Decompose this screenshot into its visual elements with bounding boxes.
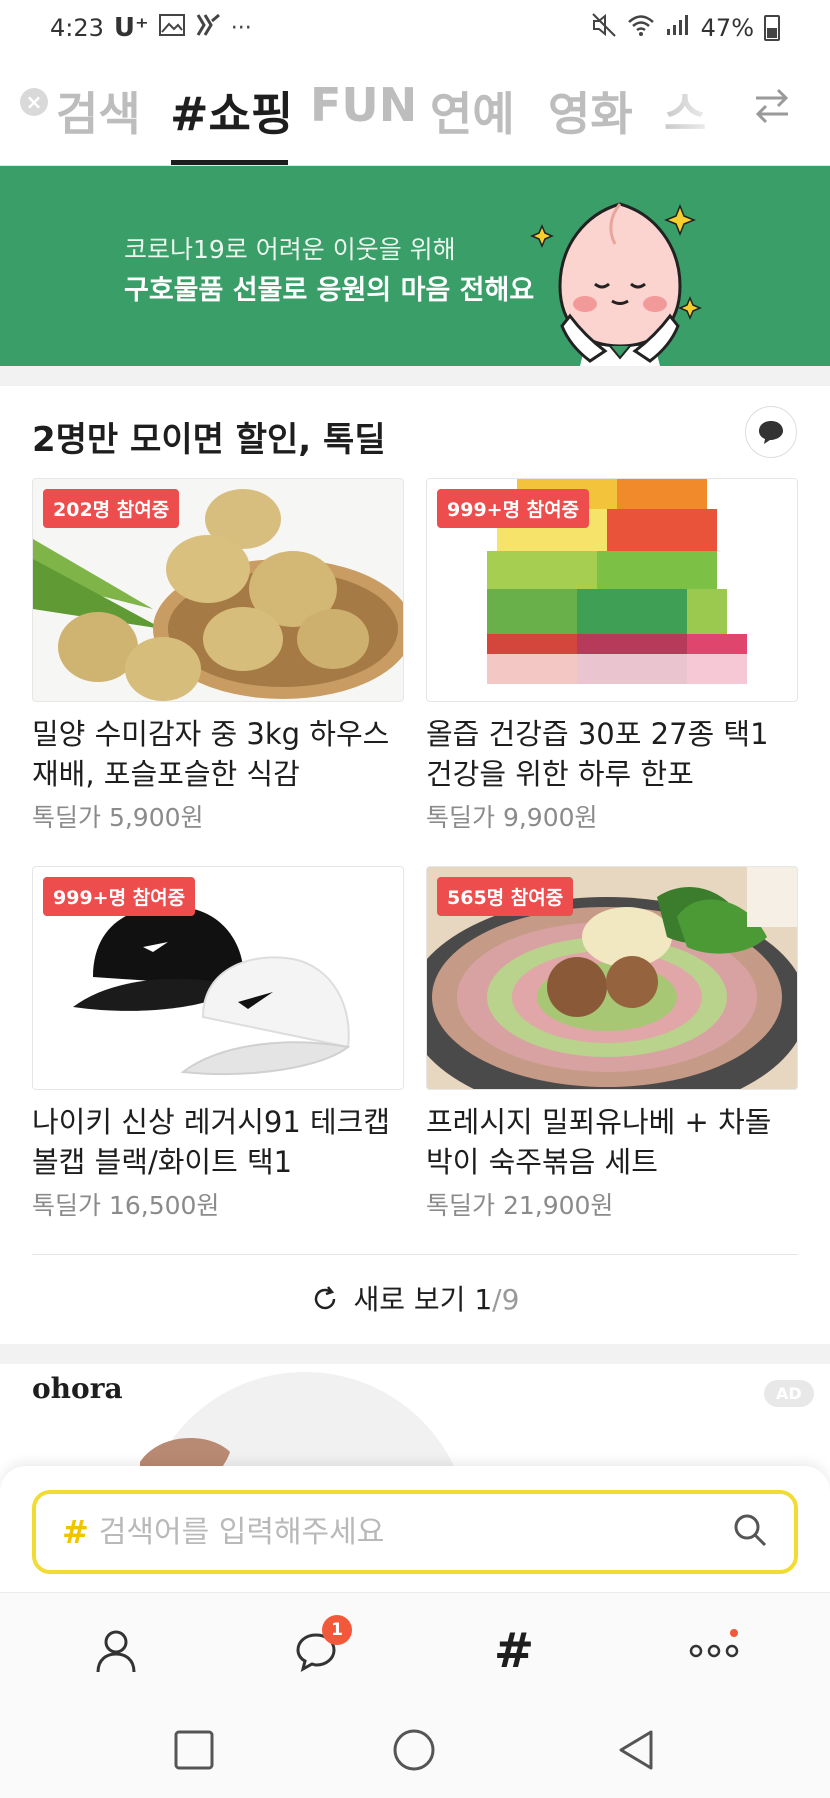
nav-friends[interactable]	[86, 1621, 146, 1681]
section-gap	[0, 1344, 830, 1364]
product-card[interactable]: 202명 참여중 밀양 수미감자 중 3kg 하우스 재배, 포슬포슬한 식감 …	[32, 478, 404, 834]
app-notification-icon	[195, 13, 221, 43]
refresh-button[interactable]: 새로 보기 1/9	[0, 1278, 830, 1318]
participant-badge: 565명 참여중	[437, 877, 574, 916]
product-image-nabe: 565명 참여중	[426, 866, 798, 1090]
search-panel: #	[0, 1466, 830, 1592]
refresh-label: 새로 보기	[353, 1283, 466, 1316]
more-icon	[689, 1644, 739, 1658]
category-tabs: × 검색 #쇼핑 FUN 연예 영화 스	[0, 58, 830, 166]
close-icon[interactable]: ×	[20, 88, 48, 116]
search-input[interactable]	[98, 1514, 732, 1550]
product-price: 톡딜가 21,900원	[426, 1191, 614, 1220]
ad-brand-logo[interactable]: ohora	[32, 1372, 123, 1405]
product-price: 톡딜가 16,500원	[32, 1191, 220, 1220]
nav-more[interactable]	[684, 1621, 744, 1681]
product-image-cap: 999+명 참여중	[32, 866, 404, 1090]
refresh-icon	[311, 1283, 339, 1316]
banner-subtitle: 코로나19로 어려운 이웃을 위해	[124, 235, 456, 264]
product-name: 나이키 신상 레거시91 테크캡 볼캡 블랙/화이트 택1	[32, 1105, 391, 1179]
nav-hashtag[interactable]: #	[484, 1621, 544, 1681]
tab-entertainment[interactable]: 연예	[430, 78, 515, 144]
signal-icon	[665, 13, 691, 43]
section-title: 2명만 모이면 할인, 톡딜	[32, 420, 386, 460]
ad-badge: AD	[764, 1380, 814, 1407]
product-name: 프레시지 밀푀유나베 + 차돌박이 숙주볶음 세트	[426, 1105, 772, 1179]
home-button[interactable]	[390, 1726, 438, 1774]
system-nav-bar	[0, 1702, 830, 1798]
back-button[interactable]	[612, 1726, 660, 1774]
tab-search[interactable]: 검색	[56, 78, 141, 144]
product-price: 톡딜가 9,900원	[426, 803, 598, 832]
chat-notification-badge: 1	[322, 1615, 352, 1645]
person-icon	[96, 1630, 136, 1673]
product-card[interactable]: 999+명 참여중 올즙 건강즙 30포 27종 택1 건강을 위한 하루 한포…	[426, 478, 798, 834]
wifi-icon	[627, 13, 655, 43]
participant-badge: 999+명 참여중	[43, 877, 196, 916]
section-divider	[32, 1254, 798, 1255]
circle-icon	[393, 1729, 435, 1771]
participant-badge: 202명 참여중	[43, 489, 180, 528]
carrier-label: U⁺	[113, 13, 149, 43]
tab-shopping[interactable]: #쇼핑	[170, 78, 293, 144]
product-image-potato: 202명 참여중	[32, 478, 404, 702]
mute-icon	[591, 12, 617, 44]
tab-switch-icon[interactable]	[750, 84, 794, 139]
refresh-page-total: /9	[492, 1283, 520, 1316]
gallery-icon	[158, 14, 185, 42]
hash-icon: #	[62, 1513, 89, 1551]
more-notification-dot	[730, 1629, 738, 1637]
battery-percent: 47%	[700, 14, 754, 42]
product-card[interactable]: 565명 참여중 프레시지 밀푀유나베 + 차돌박이 숙주볶음 세트 톡딜가 2…	[426, 866, 798, 1222]
nav-chats[interactable]: 1	[286, 1615, 352, 1681]
back-triangle-icon	[619, 1730, 653, 1770]
chat-bubble-icon	[759, 421, 783, 444]
tab-fun[interactable]: FUN	[310, 78, 417, 132]
bottom-nav: 1 #	[0, 1592, 830, 1702]
active-tab-indicator	[171, 160, 288, 165]
status-bar: 4:23 U⁺ ··· 47%	[0, 0, 830, 56]
peach-character-icon	[530, 202, 702, 366]
recent-apps-button[interactable]	[170, 1726, 218, 1774]
hashtag-icon: #	[493, 1623, 535, 1679]
search-box[interactable]: #	[32, 1490, 798, 1574]
refresh-page-current: 1	[474, 1283, 493, 1316]
share-chat-button[interactable]	[745, 406, 797, 458]
product-image-juice: 999+명 참여중	[426, 478, 798, 702]
tab-movie[interactable]: 영화	[548, 78, 633, 144]
battery-icon	[764, 15, 780, 41]
more-notifications-icon: ···	[230, 15, 252, 41]
product-name: 올즙 건강즙 30포 27종 택1 건강을 위한 하루 한포	[426, 717, 769, 791]
section-gap	[0, 366, 830, 386]
participant-badge: 999+명 참여중	[437, 489, 590, 528]
status-time: 4:23	[50, 14, 104, 42]
banner-title: 구호물품 선물로 응원의 마음 전해요	[124, 275, 535, 306]
product-price: 톡딜가 5,900원	[32, 803, 204, 832]
product-name: 밀양 수미감자 중 3kg 하우스 재배, 포슬포슬한 식감	[32, 717, 390, 791]
product-card[interactable]: 999+명 참여중 나이키 신상 레거시91 테크캡 볼캡 블랙/화이트 택1 …	[32, 866, 404, 1222]
promo-banner[interactable]: 코로나19로 어려운 이웃을 위해 구호물품 선물로 응원의 마음 전해요	[0, 166, 830, 366]
square-icon	[174, 1730, 214, 1770]
tab-fade	[650, 58, 730, 164]
search-icon[interactable]	[732, 1512, 768, 1552]
